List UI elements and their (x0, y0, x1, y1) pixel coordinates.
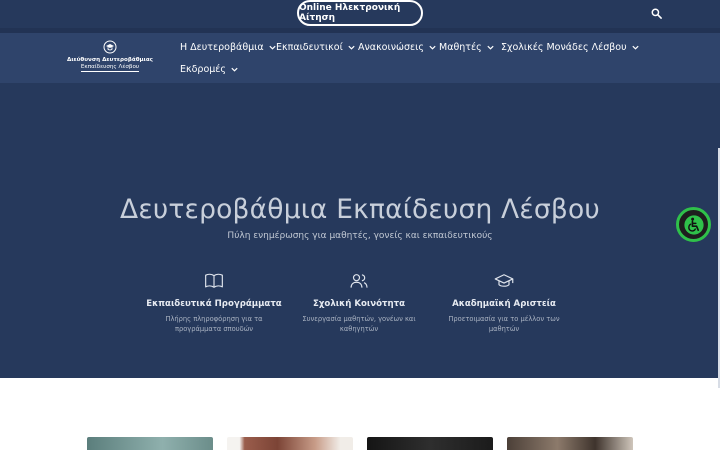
chevron-down-icon (487, 45, 494, 50)
logo-emblem-icon (103, 40, 117, 54)
nav-item-label: Εκπαιδευτικοί (276, 41, 343, 53)
users-icon (350, 274, 368, 288)
nav-item-secondary-education[interactable]: Η Δευτεροβάθμια (180, 40, 277, 54)
nav-item-students[interactable]: Μαθητές (439, 40, 495, 54)
feature-title: Σχολική Κοινότητα (313, 299, 405, 309)
nav-item-label: Σχολικές Μονάδες Λέσβου (501, 41, 627, 53)
nav-item-excursions[interactable]: Εκδρομές (180, 62, 239, 76)
nav-item-label: Μαθητές (439, 41, 482, 53)
hero-title: Δευτεροβάθμια Εκπαίδευση Λέσβου (120, 194, 600, 225)
nav-item-announcements[interactable]: Ανακοινώσεις (358, 40, 437, 54)
nav-item-teachers[interactable]: Εκπαιδευτικοί (276, 40, 356, 54)
nav-item-label: Εκδρομές (180, 63, 227, 75)
hero-section: Δευτεροβάθμια Εκπαίδευση Λέσβου Πύλη ενη… (0, 83, 720, 378)
book-icon (205, 273, 223, 288)
hero-subtitle: Πύλη ενημέρωσης για μαθητές, γονείς και … (227, 231, 493, 241)
logo-title: Διεύθυνση Δευτεροβάθμιας (66, 57, 153, 63)
main-navigation: Διεύθυνση Δευτεροβάθμιας Εκπαίδευσης Λέσ… (0, 28, 720, 83)
feature-description: Προετοιμασία για το μέλλον των μαθητών (448, 315, 560, 333)
accessibility-button[interactable] (676, 207, 711, 242)
online-application-button[interactable]: Online Ηλεκτρονική Αίτηση (297, 0, 423, 26)
search-icon[interactable] (649, 6, 663, 20)
chevron-down-icon (429, 45, 436, 50)
feature-title: Εκπαιδευτικά Προγράμματα (146, 299, 282, 309)
accessibility-icon (683, 214, 704, 235)
feature-description: Συνεργασία μαθητών, γονέων και καθηγητών (302, 315, 416, 333)
logo-subtitle: Εκπαίδευσης Λέσβου (80, 64, 140, 72)
news-card-image[interactable] (87, 437, 213, 450)
chevron-down-icon (231, 67, 238, 72)
chevron-down-icon (632, 45, 639, 50)
site-logo[interactable]: Διεύθυνση Δευτεροβάθμιας Εκπαίδευσης Λέσ… (66, 40, 154, 80)
news-card-image[interactable] (507, 437, 633, 450)
news-card-image[interactable] (367, 437, 493, 450)
top-bar: Online Ηλεκτρονική Αίτηση (0, 0, 720, 28)
nav-item-school-units[interactable]: Σχολικές Μονάδες Λέσβου (501, 40, 640, 54)
feature-description: Πλήρης πληροφόρηση για τα προγράμματα σπ… (165, 315, 263, 333)
graduation-cap-icon (494, 274, 514, 287)
nav-item-label: Ανακοινώσεις (358, 41, 424, 53)
chevron-down-icon (348, 45, 355, 50)
feature-title: Ακαδημαϊκή Αριστεία (452, 299, 556, 309)
news-card-image[interactable] (227, 437, 353, 450)
feature-academic-excellence: Ακαδημαϊκή Αριστεία Προετοιμασία για το … (419, 271, 589, 334)
nav-item-label: Η Δευτεροβάθμια (180, 41, 264, 53)
